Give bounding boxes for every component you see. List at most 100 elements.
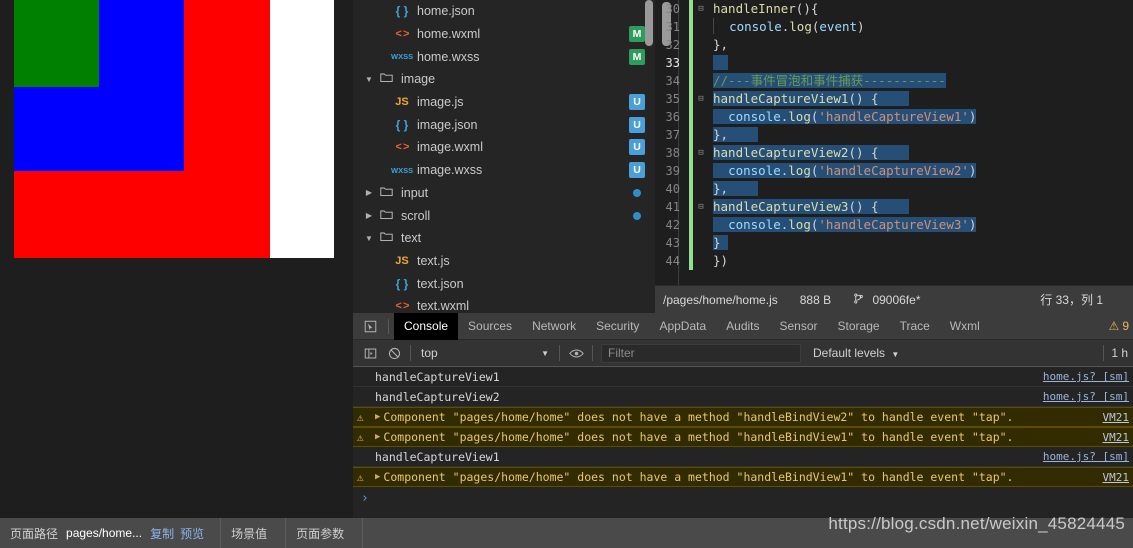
status-file-path[interactable]: /pages/home/home.js (663, 293, 778, 307)
code-line[interactable]: 33 (655, 54, 1133, 72)
console-source-link[interactable]: home.js? [sm] (1033, 370, 1129, 383)
inner-view-box[interactable] (14, 0, 99, 87)
devtools-tab-bar[interactable]: Console Sources Network Security AppData Audi… (353, 313, 1133, 340)
code-line[interactable]: 35 ⊟ handleCaptureView1() { (655, 90, 1133, 108)
file-tree-row[interactable]: JS image.js U (353, 91, 655, 114)
console-toolbar[interactable]: top ▼ Filter Default levels ▼ 1 h (353, 340, 1133, 367)
page-params-segment[interactable]: 页面参数 (286, 518, 364, 548)
code-line[interactable]: 32}, (655, 36, 1133, 54)
file-tree-row[interactable]: { } text.json (353, 272, 655, 295)
code-line[interactable]: 30 ⊟ handleInner(){ (655, 0, 1133, 18)
chevron-right-icon[interactable]: ▶ (363, 188, 375, 197)
code-lines-container[interactable]: 30 ⊟ handleInner(){31 console.log(event) 32… (655, 0, 1133, 270)
expand-arrow-icon[interactable]: ▶ (375, 432, 380, 442)
file-tree-row[interactable]: WXSS image.wxss U (353, 159, 655, 182)
file-tree-row[interactable]: ▼ text (353, 227, 655, 250)
js-file-icon: JS (395, 96, 409, 109)
log-levels-select[interactable]: Default levels ▼ (805, 346, 907, 360)
tab-sensor[interactable]: Sensor (770, 313, 828, 340)
expand-arrow-icon[interactable]: ▶ (375, 472, 380, 482)
code-line[interactable]: 37}, (655, 126, 1133, 144)
file-explorer-panel[interactable]: { } home.json < > home.wxml M WXSS home.wxss M ▼… (353, 0, 655, 313)
outer-view-box[interactable] (14, 0, 270, 258)
code-line[interactable]: 31 console.log(event) (655, 18, 1133, 36)
file-tree-row[interactable]: JS text.js (353, 250, 655, 273)
line-number: 34 (665, 74, 680, 88)
live-expression-eye-icon[interactable] (564, 342, 588, 364)
scene-value-segment[interactable]: 场景值 (221, 518, 287, 548)
console-log-row[interactable]: handleCaptureView1 home.js? [sm] (353, 367, 1133, 387)
console-log-row[interactable]: handleCaptureView1 home.js? [sm] (353, 447, 1133, 467)
file-tree-scrollbar[interactable] (645, 0, 653, 46)
warning-count-badge[interactable]: ⚠ 9 (1109, 319, 1133, 333)
clear-console-icon[interactable] (382, 342, 406, 364)
page-path-segment[interactable]: 页面路径 pages/home... 复制 预览 (0, 518, 222, 548)
line-number: 36 (665, 110, 680, 124)
line-number: 38 (665, 146, 680, 160)
devtools-tabs-container[interactable]: Console Sources Network Security AppData Audi… (394, 313, 990, 340)
console-source-link[interactable]: home.js? [sm] (1033, 450, 1129, 463)
console-log-row[interactable]: handleCaptureView2 home.js? [sm] (353, 387, 1133, 407)
execution-context-select[interactable]: top ▼ (415, 346, 555, 360)
code-line[interactable]: 34 //---事件冒泡和事件捕获----------- (655, 72, 1133, 90)
console-warning-row[interactable]: ⚠ ▶ Component "pages/home/home" does not h… (353, 407, 1133, 427)
file-tree-row[interactable]: < > text.wxml (353, 295, 655, 313)
console-sidebar-toggle-icon[interactable] (358, 342, 382, 364)
console-source-link[interactable]: VM21 (1093, 411, 1130, 424)
chevron-down-icon: ▼ (541, 348, 549, 358)
code-line[interactable]: 42 console.log('handleCaptureView3') (655, 216, 1133, 234)
preview-link[interactable]: 预览 (180, 525, 204, 542)
fold-toggle-icon[interactable]: ⊟ (693, 144, 709, 162)
console-source-link[interactable]: VM21 (1093, 431, 1130, 444)
tab-console[interactable]: Console (394, 313, 459, 340)
code-line[interactable]: 36 console.log('handleCaptureView1') (655, 108, 1133, 126)
console-message-list[interactable]: handleCaptureView1 home.js? [sm] handleCap… (353, 367, 1133, 487)
chevron-down-icon[interactable]: ▼ (363, 234, 375, 243)
file-tree-row[interactable]: { } image.json U (353, 113, 655, 136)
tab-security[interactable]: Security (586, 313, 649, 340)
console-input-prompt[interactable]: › (353, 487, 1133, 509)
fold-toggle-icon[interactable]: ⊟ (693, 0, 709, 18)
code-line[interactable]: 39 console.log('handleCaptureView2') (655, 162, 1133, 180)
middle-view-box[interactable] (14, 0, 184, 171)
tab-network[interactable]: Network (522, 313, 586, 340)
console-source-link[interactable]: VM21 (1093, 471, 1130, 484)
status-git-branch[interactable]: 09006fe* (853, 293, 920, 307)
fold-toggle-icon[interactable]: ⊟ (693, 90, 709, 108)
code-editor-panel[interactable]: 30 ⊟ handleInner(){31 console.log(event) 32… (655, 0, 1133, 285)
file-tree-row[interactable]: < > home.wxml M (353, 23, 655, 46)
file-tree-row[interactable]: < > image.wxml U (353, 136, 655, 159)
code-line[interactable]: 41 ⊟ handleCaptureView3() { (655, 198, 1133, 216)
console-warning-row[interactable]: ⚠ ▶ Component "pages/home/home" does not h… (353, 427, 1133, 447)
tab-audits[interactable]: Audits (716, 313, 769, 340)
file-tree-row[interactable]: ▶ scroll (353, 204, 655, 227)
prompt-chevron-icon: › (361, 490, 369, 506)
console-filter-input[interactable]: Filter (601, 343, 801, 363)
tab-wxml[interactable]: Wxml (940, 313, 990, 340)
file-tree-row[interactable]: { } home.json (353, 0, 655, 23)
code-line[interactable]: 44}) (655, 252, 1133, 270)
page-path-value[interactable]: pages/home... (66, 526, 142, 540)
code-line[interactable]: 40}, (655, 180, 1133, 198)
file-tree-row[interactable]: ▶ input (353, 182, 655, 205)
chevron-right-icon[interactable]: ▶ (363, 211, 375, 220)
code-line[interactable]: 43} (655, 234, 1133, 252)
console-warning-row[interactable]: ⚠ ▶ Component "pages/home/home" does not h… (353, 467, 1133, 487)
devtools-panel[interactable]: Console Sources Network Security AppData Audi… (353, 313, 1133, 518)
tab-trace[interactable]: Trace (890, 313, 940, 340)
chevron-down-icon[interactable]: ▼ (363, 75, 375, 84)
tab-appdata[interactable]: AppData (649, 313, 716, 340)
console-source-link[interactable]: home.js? [sm] (1033, 390, 1129, 403)
expand-arrow-icon[interactable]: ▶ (375, 412, 380, 422)
tab-sources[interactable]: Sources (458, 313, 522, 340)
code-line[interactable]: 38 ⊟ handleCaptureView2() { (655, 144, 1133, 162)
inspect-element-icon[interactable] (357, 313, 383, 340)
fold-toggle-icon[interactable]: ⊟ (693, 198, 709, 216)
copy-link[interactable]: 复制 (150, 525, 174, 542)
file-tree-row[interactable]: ▼ image (353, 68, 655, 91)
file-tree-row[interactable]: WXSS home.wxss M (353, 45, 655, 68)
file-tree-list[interactable]: { } home.json < > home.wxml M WXSS home.wxss M ▼… (353, 0, 655, 313)
tab-storage[interactable]: Storage (828, 313, 890, 340)
